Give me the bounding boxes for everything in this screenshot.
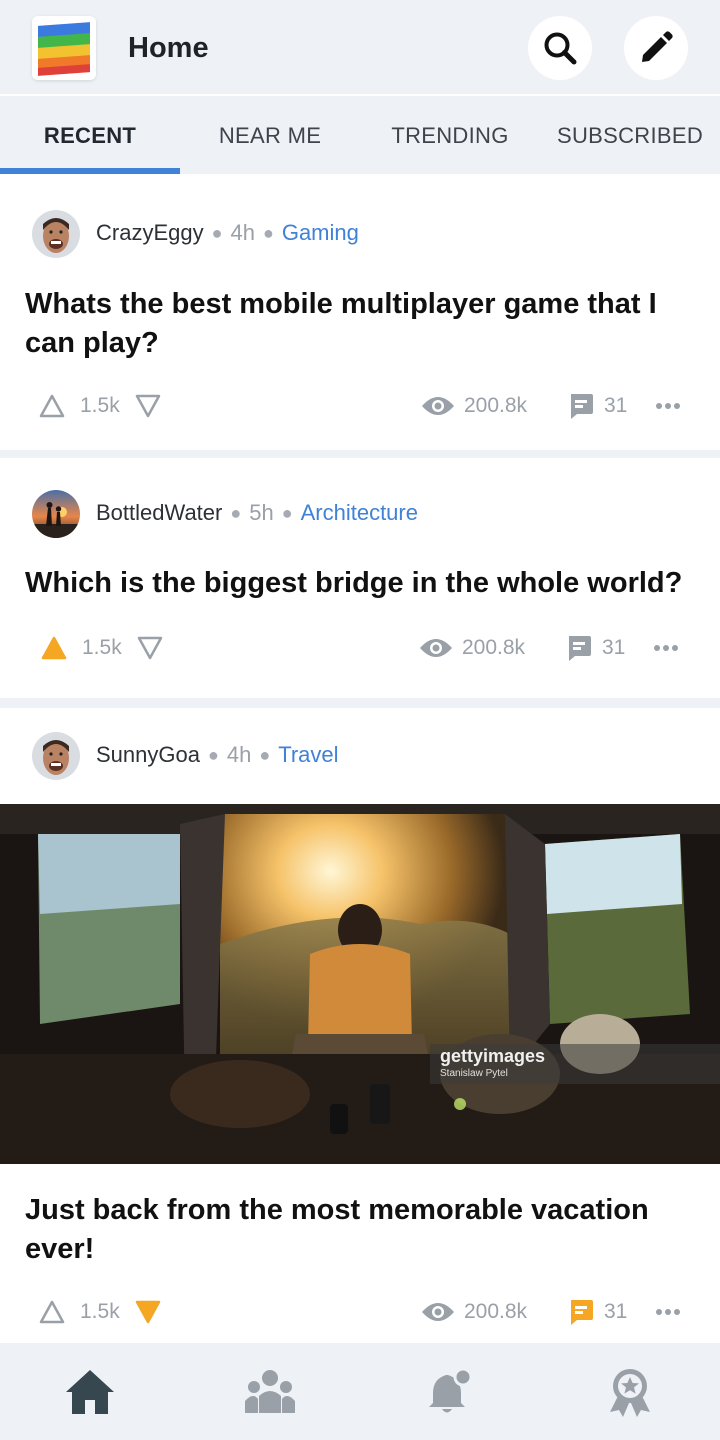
category-link[interactable]: Travel	[278, 742, 338, 768]
award-icon	[610, 1368, 650, 1417]
comments-button[interactable]	[567, 386, 595, 426]
post-title[interactable]: Which is the biggest bridge in the whole…	[25, 564, 695, 603]
comments-button[interactable]	[567, 1292, 595, 1332]
comments-button[interactable]	[565, 628, 593, 668]
search-button[interactable]	[528, 16, 592, 80]
more-options-button[interactable]	[655, 386, 681, 426]
page-title: Home	[128, 32, 209, 64]
bell-icon	[429, 1367, 473, 1412]
post-card[interactable]: BottledWater ● 5h ● Architecture Which i…	[0, 458, 720, 698]
image-watermark: gettyimages	[440, 1046, 546, 1066]
downvote-button[interactable]	[136, 628, 164, 668]
post-actions: 1.5k 200.8k 31	[0, 386, 720, 426]
nav-home[interactable]	[0, 1343, 180, 1440]
downvote-icon	[135, 394, 161, 418]
views-icon	[418, 628, 454, 668]
tab-trending[interactable]: TRENDING	[360, 98, 540, 174]
post-title[interactable]: Just back from the most memorable vacati…	[25, 1191, 695, 1269]
app-header: Home	[0, 0, 720, 96]
upvote-button[interactable]	[40, 628, 68, 668]
tab-recent[interactable]: RECENT	[0, 98, 180, 174]
compose-button[interactable]	[624, 16, 688, 80]
more-options-button[interactable]	[655, 1292, 681, 1332]
upvote-icon	[39, 394, 65, 418]
views-icon	[420, 1292, 456, 1332]
post-meta: CrazyEggy ● 4h ● Gaming	[96, 220, 359, 246]
downvote-button[interactable]	[134, 1292, 162, 1332]
post-actions: 1.5k 200.8k 31	[0, 1292, 720, 1332]
bottom-navigation	[0, 1343, 720, 1440]
more-dots-icon	[656, 403, 680, 409]
feed-tabs: RECENT NEAR ME TRENDING SUBSCRIBED	[0, 98, 720, 174]
view-count: 200.8k	[462, 636, 526, 659]
upvote-button[interactable]	[38, 1292, 66, 1332]
tab-near-me[interactable]: NEAR ME	[180, 98, 360, 174]
upvote-icon	[41, 636, 67, 660]
downvote-icon	[135, 1300, 161, 1324]
post-time: 4h	[226, 742, 252, 767]
comment-count: 31	[604, 1300, 628, 1323]
category-link[interactable]: Gaming	[282, 220, 359, 246]
downvote-icon	[137, 636, 163, 660]
post-card[interactable]: CrazyEggy ● 4h ● Gaming Whats the best m…	[0, 174, 720, 450]
separator-dot: ●	[211, 222, 223, 243]
app-logo-icon[interactable]	[32, 16, 96, 80]
separator-dot: ●	[207, 744, 219, 765]
downvote-button[interactable]	[134, 386, 162, 426]
view-count: 200.8k	[464, 1300, 528, 1323]
comment-count: 31	[604, 394, 628, 417]
vote-count: 1.5k	[80, 1300, 120, 1323]
avatar[interactable]	[32, 490, 80, 538]
pencil-icon	[642, 31, 673, 62]
more-options-button[interactable]	[653, 628, 679, 668]
nav-notifications[interactable]	[360, 1343, 540, 1440]
group-icon	[245, 1369, 295, 1413]
tab-subscribed[interactable]: SUBSCRIBED	[540, 98, 720, 174]
separator-dot: ●	[262, 222, 274, 243]
search-icon	[544, 32, 577, 65]
post-meta: BottledWater ● 5h ● Architecture	[96, 500, 418, 526]
separator-dot: ●	[259, 744, 271, 765]
post-image[interactable]: gettyimages Stanislaw Pytel	[0, 804, 720, 1164]
avatar[interactable]	[32, 210, 80, 258]
vote-count: 1.5k	[80, 394, 120, 417]
comment-count: 31	[602, 636, 626, 659]
separator-dot: ●	[230, 502, 242, 523]
vote-count: 1.5k	[82, 636, 122, 659]
more-dots-icon	[656, 1309, 680, 1315]
home-icon	[66, 1369, 114, 1414]
author-name[interactable]: CrazyEggy	[96, 220, 204, 246]
post-meta: SunnyGoa ● 4h ● Travel	[96, 742, 339, 768]
upvote-icon	[39, 1300, 65, 1324]
image-credit: Stanislaw Pytel	[440, 1068, 508, 1079]
comment-icon	[571, 394, 593, 419]
post-time: 5h	[249, 500, 274, 525]
post-time: 4h	[230, 220, 255, 245]
author-name[interactable]: BottledWater	[96, 500, 222, 526]
nav-community[interactable]	[180, 1343, 360, 1440]
post-actions: 1.5k 200.8k 31	[0, 628, 720, 668]
category-link[interactable]: Architecture	[301, 500, 418, 526]
nav-achievements[interactable]	[540, 1343, 720, 1440]
author-name[interactable]: SunnyGoa	[96, 742, 200, 768]
view-count: 200.8k	[464, 394, 528, 417]
more-dots-icon	[654, 645, 678, 651]
avatar[interactable]	[32, 732, 80, 780]
comment-icon	[569, 636, 591, 661]
views-icon	[420, 386, 456, 426]
comment-icon	[571, 1300, 593, 1325]
post-title[interactable]: Whats the best mobile multiplayer game t…	[25, 285, 695, 363]
separator-dot: ●	[281, 502, 293, 523]
upvote-button[interactable]	[38, 386, 66, 426]
